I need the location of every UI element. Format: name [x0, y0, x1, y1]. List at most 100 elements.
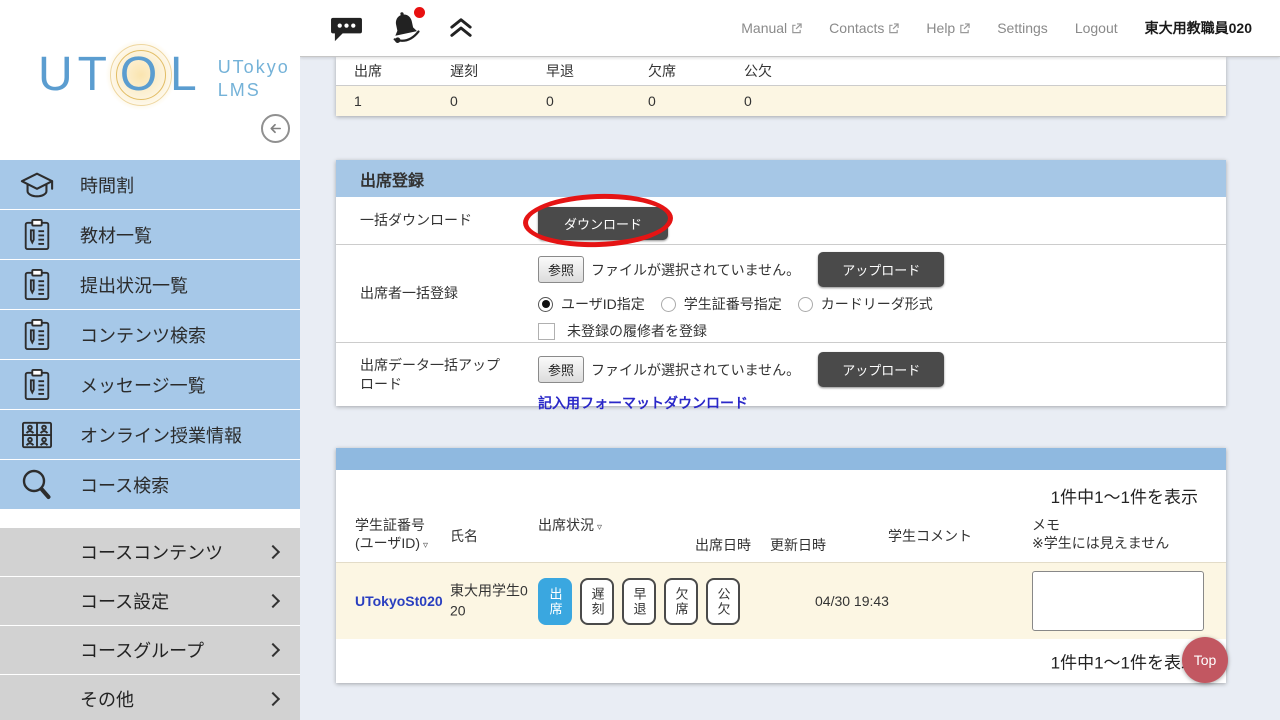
sidebar-item-course-contents[interactable]: コースコンテンツ	[0, 528, 300, 576]
sidebar-item-course-search[interactable]: コース検索	[0, 460, 300, 509]
search-icon	[16, 465, 58, 505]
browse-file-button[interactable]: 参照	[538, 256, 585, 283]
table-footer: 1件中1〜1件を表示	[336, 639, 1226, 683]
manual-link[interactable]: Manual	[741, 20, 802, 36]
upload-button[interactable]: アップロード	[818, 352, 945, 387]
update-datetime: 04/30 19:43	[815, 593, 889, 609]
sidebar: UT O L UTokyo LMS 時間割 教材一覧 提出状況一覧 コンテンツ検…	[0, 0, 300, 720]
summary-value-excused: 0	[744, 93, 752, 109]
sidebar-item-course-settings[interactable]: コース設定	[0, 577, 300, 625]
contacts-link[interactable]: Contacts	[829, 20, 900, 36]
summary-header-present: 出席	[354, 63, 382, 79]
sidebar-item-online-class-info[interactable]: オンライン授業情報	[0, 410, 300, 459]
status-button-early-leave[interactable]: 早退	[622, 578, 656, 625]
radio-student-number[interactable]: 学生証番号指定	[660, 294, 782, 314]
status-button-present[interactable]: 出席	[538, 578, 572, 625]
checkbox-unchecked[interactable]	[538, 322, 555, 340]
sidebar-item-timetable[interactable]: 時間割	[0, 160, 300, 209]
logout-link[interactable]: Logout	[1075, 20, 1118, 36]
clipboard-icon	[16, 365, 58, 405]
column-header-name: 氏名	[450, 528, 478, 544]
sidebar-item-content-search[interactable]: コンテンツ検索	[0, 310, 300, 359]
student-attendance-table: 1件中1〜1件を表示 学生証番号 (ユーザID) ▿ 氏名 出席状況 ▿ 出席日時 …	[336, 448, 1226, 683]
logo-sun-o: O	[109, 44, 172, 106]
bell-icon[interactable]	[387, 7, 425, 46]
column-header-memo: メモ ※学生には見えません	[1032, 517, 1170, 552]
table-title-bar	[336, 448, 1226, 470]
attendee-bulk-register-label: 出席者一括登録	[360, 285, 458, 302]
sidebar-section-gap	[0, 510, 300, 528]
summary-value-present: 1	[354, 93, 362, 109]
logo-subtitle: UTokyo LMS	[217, 57, 290, 100]
sidebar-item-materials[interactable]: 教材一覧	[0, 210, 300, 259]
external-link-icon	[889, 22, 900, 33]
radio-selected-icon[interactable]	[538, 296, 553, 312]
status-button-late[interactable]: 遅刻	[580, 578, 614, 625]
clipboard-icon	[16, 215, 58, 255]
status-button-group: 出席 遅刻 早退 欠席 公欠	[538, 578, 740, 625]
summary-header-excused: 公欠	[744, 63, 772, 79]
file-selection-status: ファイルが選択されていません。	[591, 361, 801, 378]
file-selection-status: ファイルが選択されていません。	[591, 261, 801, 278]
column-header-status[interactable]: 出席状況 ▿	[538, 516, 602, 534]
summary-header-row: 出席 遅刻 早退 欠席 公欠	[336, 57, 1226, 86]
column-header-student-comment: 学生コメント	[888, 528, 972, 544]
format-download-link[interactable]: 記入用フォーマットダウンロード	[538, 393, 748, 413]
radio-unselected-icon[interactable]	[797, 296, 813, 312]
summary-header-absent: 欠席	[648, 63, 676, 79]
sort-indicator-icon: ▿	[423, 540, 429, 552]
sidebar-collapse-button[interactable]	[261, 114, 290, 143]
settings-link[interactable]: Settings	[997, 20, 1048, 36]
student-name: 東大用学生020	[450, 582, 528, 618]
topbar-links: Manual Contacts Help Settings Logout 東大用…	[741, 18, 1252, 38]
status-button-absent[interactable]: 欠席	[664, 578, 698, 625]
chevron-right-icon	[265, 642, 281, 658]
sidebar-item-message-list[interactable]: メッセージ一覧	[0, 360, 300, 409]
attendance-data-upload-label: 出席データ一括アップロード	[360, 356, 500, 392]
notification-badge	[414, 7, 425, 18]
sort-indicator-icon: ▿	[597, 522, 603, 533]
column-header-update-time: 更新日時	[770, 537, 826, 553]
status-button-excused[interactable]: 公欠	[706, 578, 740, 625]
student-id-link[interactable]: UTokyoSt020	[355, 593, 443, 609]
utol-logo: UT O L UTokyo LMS	[38, 44, 290, 106]
attendee-bulk-register-row: 出席者一括登録 参照 ファイルが選択されていません。 アップロード ユーザID指…	[336, 245, 1226, 343]
radio-user-id[interactable]: ユーザID指定	[538, 294, 645, 314]
attendance-data-upload-row: 出席データ一括アップロード 参照 ファイルが選択されていません。 アップロード …	[336, 343, 1226, 411]
chat-icon[interactable]	[330, 14, 363, 43]
topbar-icons	[330, 7, 475, 46]
table-header-area: 1件中1〜1件を表示 学生証番号 (ユーザID) ▿ 氏名 出席状況 ▿ 出席日時 …	[336, 470, 1226, 562]
column-header-attend-time: 出席日時	[695, 537, 751, 553]
double-chevron-up-icon[interactable]	[447, 17, 475, 39]
summary-value-row: 1 0 0 0 0	[336, 86, 1226, 116]
memo-textarea[interactable]	[1032, 571, 1204, 631]
browse-file-button[interactable]: 参照	[538, 356, 585, 383]
current-user-name: 東大用教職員020	[1144, 20, 1252, 36]
external-link-icon	[792, 22, 802, 33]
column-header-student-id[interactable]: 学生証番号 (ユーザID) ▿	[355, 516, 428, 552]
chevron-right-icon	[265, 544, 281, 560]
external-link-icon	[960, 22, 970, 33]
scroll-to-top-button[interactable]: Top	[1182, 637, 1228, 683]
radio-unselected-icon[interactable]	[660, 296, 676, 312]
record-count-top: 1件中1〜1件を表示	[1050, 488, 1198, 507]
panel-title: 出席登録	[336, 160, 1226, 197]
attendance-register-panel: 出席登録 一括ダウンロード ダウンロード 出席者一括登録 参照 ファイルが選択さ…	[336, 160, 1226, 411]
summary-value-late: 0	[450, 93, 458, 109]
help-link[interactable]: Help	[926, 20, 970, 36]
attendance-summary-table: 出席 遅刻 早退 欠席 公欠 1 0 0 0 0	[336, 57, 1226, 116]
sidebar-item-others[interactable]: その他	[0, 675, 300, 720]
clipboard-icon	[16, 265, 58, 305]
summary-value-early-leave: 0	[546, 93, 554, 109]
bulk-download-row: 一括ダウンロード ダウンロード	[336, 191, 1226, 250]
topbar: Manual Contacts Help Settings Logout 東大用…	[300, 0, 1280, 57]
radio-card-reader[interactable]: カードリーダ形式	[797, 294, 933, 314]
download-button[interactable]: ダウンロード	[538, 207, 669, 240]
upload-button[interactable]: アップロード	[818, 252, 945, 287]
register-unregistered-option: 未登録の履修者を登録	[538, 321, 1226, 341]
sidebar-item-course-group[interactable]: コースグループ	[0, 626, 300, 674]
sidebar-item-submission-status[interactable]: 提出状況一覧	[0, 260, 300, 309]
graduation-cap-icon	[16, 165, 58, 205]
logo-text-ut: UT	[38, 48, 112, 101]
summary-header-early-leave: 早退	[546, 63, 574, 79]
